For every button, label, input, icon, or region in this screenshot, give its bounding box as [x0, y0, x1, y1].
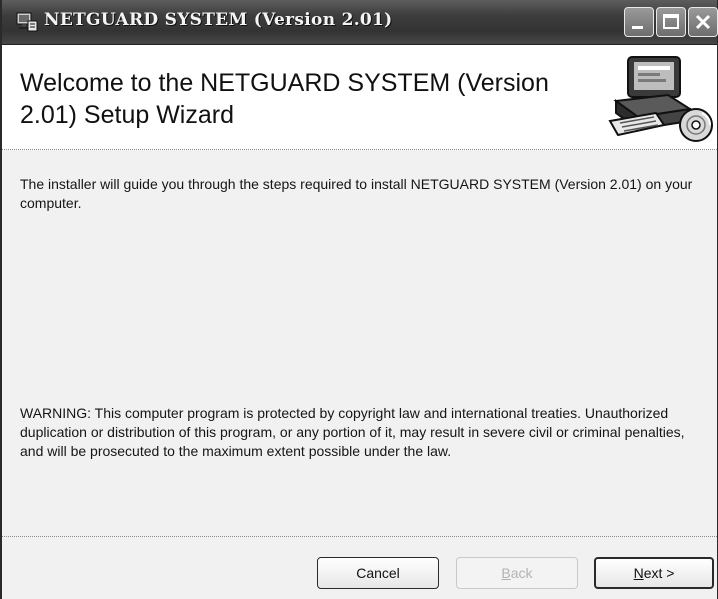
- next-button-label: ext >: [643, 565, 675, 581]
- copyright-warning-text: WARNING: This computer program is protec…: [20, 405, 685, 459]
- minimize-button[interactable]: [624, 7, 654, 37]
- back-button-mnemonic: B: [501, 565, 511, 581]
- footer-divider: [2, 536, 717, 537]
- close-button[interactable]: [688, 7, 718, 37]
- intro-text: The installer will guide you through the…: [20, 176, 693, 211]
- title-bar[interactable]: NETGUARD SYSTEM (Version 2.01): [2, 0, 718, 45]
- setup-wizard-window: NETGUARD SYSTEM (Version 2.01) Welcome t…: [0, 0, 718, 599]
- next-button-mnemonic: N: [633, 565, 644, 581]
- back-button-label: ack: [510, 565, 533, 581]
- maximize-button[interactable]: [656, 7, 686, 37]
- minimize-icon: [632, 26, 643, 29]
- next-button[interactable]: Next >: [594, 557, 714, 589]
- wizard-header: Welcome to the NETGUARD SYSTEM (Version …: [2, 45, 717, 150]
- welcome-heading: Welcome to the NETGUARD SYSTEM (Version …: [20, 69, 549, 129]
- maximize-icon: [663, 14, 679, 29]
- cancel-button-label: Cancel: [356, 565, 400, 581]
- computer-setup-icon: [608, 56, 713, 142]
- cancel-button[interactable]: Cancel: [317, 557, 439, 589]
- installer-app-icon: [16, 11, 38, 33]
- window-title: NETGUARD SYSTEM (Version 2.01): [44, 10, 393, 30]
- close-icon: [695, 14, 711, 30]
- back-button[interactable]: Back: [456, 557, 578, 589]
